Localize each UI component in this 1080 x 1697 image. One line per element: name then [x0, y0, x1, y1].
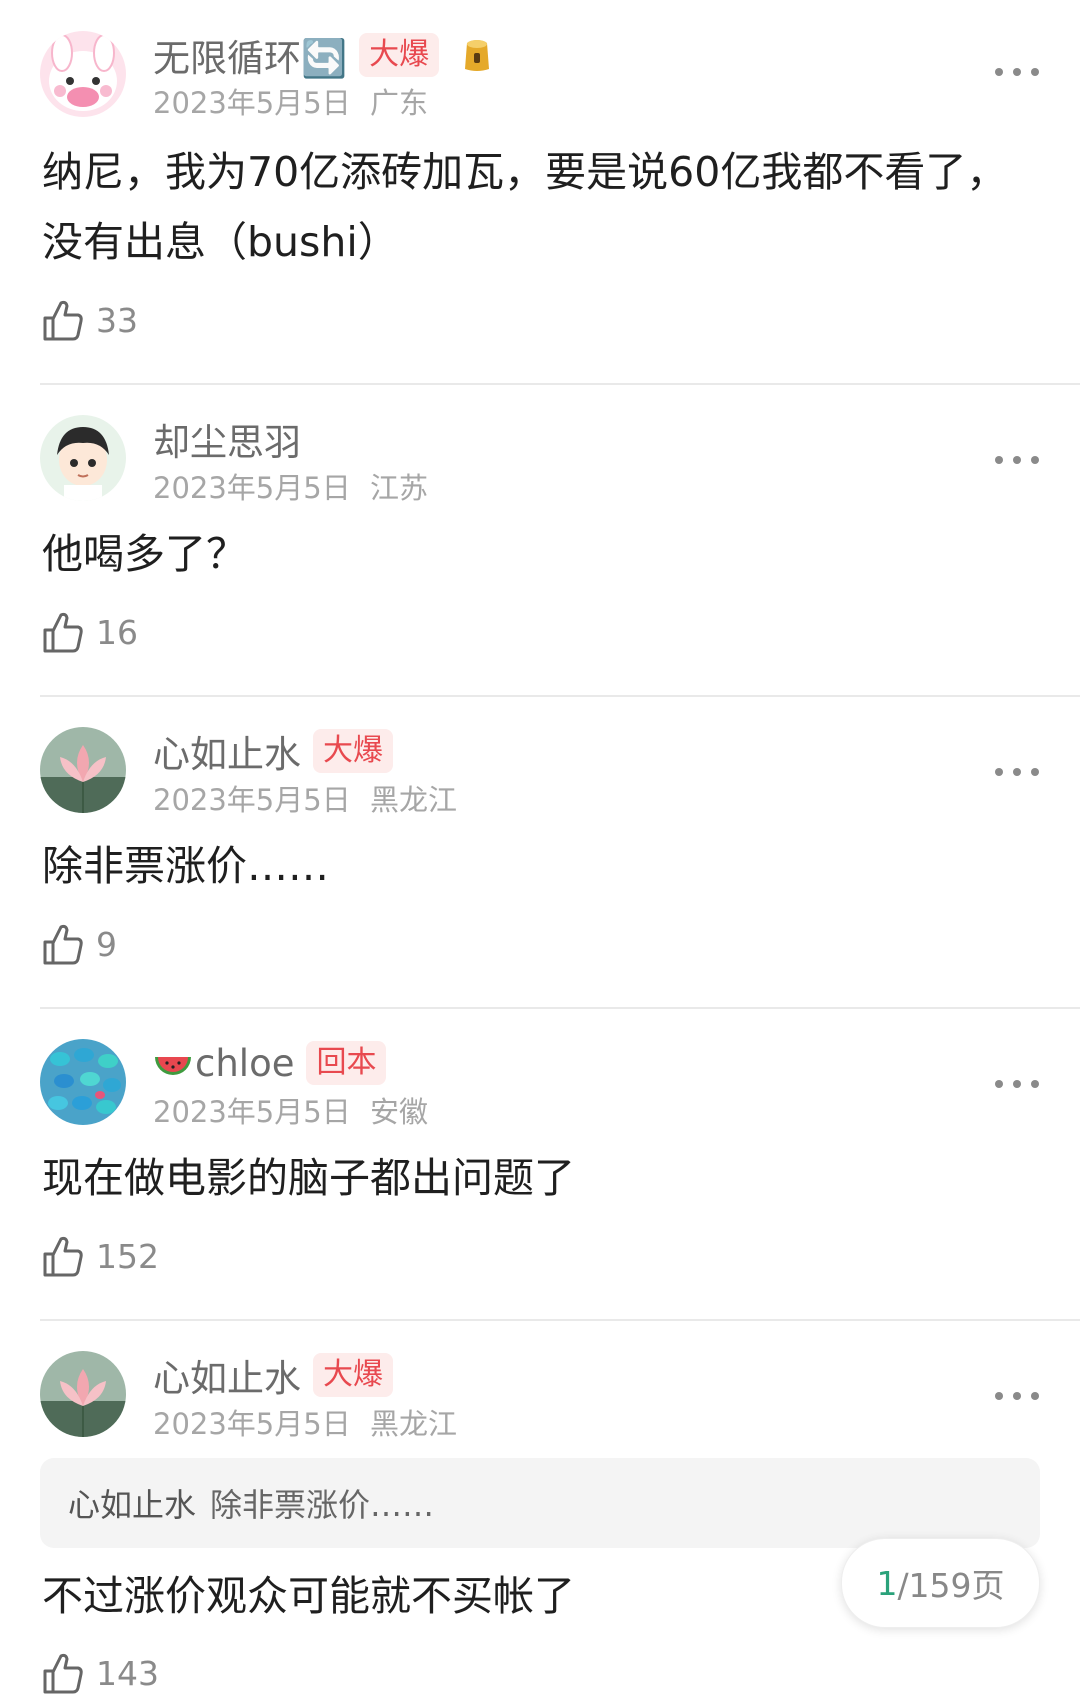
blue-candies-avatar-icon — [40, 1039, 126, 1125]
username[interactable]: 无限循环🔄 — [153, 28, 347, 82]
avatar[interactable] — [40, 1039, 126, 1125]
username[interactable]: 心如止水 — [153, 1348, 301, 1402]
like-count: 9 — [96, 924, 117, 964]
thumbs-up-icon — [43, 612, 83, 653]
more-options-button[interactable] — [995, 764, 1039, 780]
avatar[interactable] — [40, 1351, 126, 1437]
page-total: /159页 — [897, 1566, 1005, 1605]
divider — [40, 1319, 1080, 1321]
username-row: 心如止水 大爆 — [153, 1350, 393, 1400]
like-count: 33 — [96, 300, 138, 340]
comment-region: 安徽 — [369, 1095, 428, 1129]
quoted-text: 除非票涨价…… — [210, 1486, 435, 1524]
lotus-avatar-icon — [40, 1351, 126, 1437]
avatar[interactable] — [40, 31, 126, 117]
username-row: chloe 回本 — [153, 1038, 387, 1088]
cartoon-boy-avatar-icon — [40, 415, 126, 501]
comment-meta: 2023年5月5日 黑龙江 — [153, 1401, 457, 1443]
username[interactable]: 心如止水 — [153, 724, 301, 778]
comment-date: 2023年5月5日 — [153, 86, 351, 120]
more-options-button[interactable] — [995, 1388, 1039, 1404]
lotus-avatar-icon — [40, 727, 126, 813]
pink-bunny-avatar-icon — [40, 31, 126, 117]
comment-region: 广东 — [369, 86, 428, 120]
comment-text: 除非票涨价…… — [42, 842, 329, 890]
more-dot-icon — [995, 768, 1003, 776]
comment-text: 现在做电影的脑子都出问题了 — [42, 1154, 575, 1202]
tree-stump-icon — [465, 40, 490, 71]
page-current: 1 — [876, 1563, 898, 1603]
more-options-button[interactable] — [995, 64, 1039, 80]
username[interactable]: 却尘思羽 — [153, 412, 301, 466]
like-button[interactable]: 9 — [42, 920, 117, 968]
more-dot-icon — [1031, 1080, 1039, 1088]
comment-meta: 2023年5月5日 江苏 — [153, 465, 428, 507]
comment-meta: 2023年5月5日 广东 — [153, 80, 428, 122]
more-dot-icon — [1031, 68, 1039, 76]
comment-date: 2023年5月5日 — [153, 783, 351, 817]
more-dot-icon — [995, 1080, 1003, 1088]
like-count: 152 — [96, 1236, 159, 1276]
more-dot-icon — [995, 68, 1003, 76]
username-row: 无限循环🔄 大爆 — [153, 30, 497, 80]
divider — [40, 383, 1080, 385]
watermelon-icon — [155, 1057, 191, 1075]
thumbs-up-icon — [43, 1236, 83, 1277]
comment-meta: 2023年5月5日 安徽 — [153, 1089, 428, 1131]
more-dot-icon — [1013, 1080, 1021, 1088]
like-button[interactable]: 152 — [42, 1232, 159, 1280]
like-count: 16 — [96, 612, 138, 652]
more-options-button[interactable] — [995, 452, 1039, 468]
like-count: 143 — [96, 1653, 159, 1693]
comment-region: 黑龙江 — [369, 783, 457, 817]
like-button[interactable]: 33 — [42, 296, 138, 344]
status-badge: 大爆 — [313, 1353, 393, 1397]
more-dot-icon — [1013, 68, 1021, 76]
divider — [40, 695, 1080, 697]
status-badge: 大爆 — [359, 33, 440, 77]
username-row: 却尘思羽 — [153, 414, 301, 464]
page-indicator[interactable]: 1/159页 — [841, 1538, 1040, 1628]
comment-date: 2023年5月5日 — [153, 471, 351, 505]
avatar[interactable] — [40, 415, 126, 501]
more-dot-icon — [1031, 768, 1039, 776]
avatar[interactable] — [40, 727, 126, 813]
quoted-username: 心如止水 — [68, 1486, 197, 1524]
more-dot-icon — [1013, 768, 1021, 776]
comment-date: 2023年5月5日 — [153, 1095, 351, 1129]
comment-text: 他喝多了？ — [42, 530, 247, 578]
comment-region: 黑龙江 — [369, 1407, 457, 1441]
comment-text-line: 纳尼，我为70亿添砖加瓦，要是说60亿我都不看了， — [42, 148, 1008, 196]
quoted-reply[interactable]: 心如止水 除非票涨价…… — [40, 1458, 1040, 1548]
divider — [40, 1007, 1080, 1009]
comment-region: 江苏 — [369, 471, 428, 505]
username[interactable]: chloe — [195, 1042, 294, 1085]
more-dot-icon — [995, 1392, 1003, 1400]
more-dot-icon — [1013, 1392, 1021, 1400]
comment-text-line: 没有出息（bushi） — [42, 218, 399, 266]
username-row: 心如止水 大爆 — [153, 726, 393, 776]
thumbs-up-icon — [43, 924, 83, 965]
more-dot-icon — [1013, 456, 1021, 464]
more-dot-icon — [995, 456, 1003, 464]
status-badge: 回本 — [306, 1041, 387, 1085]
status-badge: 大爆 — [313, 729, 393, 773]
more-dot-icon — [1031, 456, 1039, 464]
thumbs-up-icon — [43, 300, 83, 341]
thumbs-up-icon — [43, 1653, 83, 1694]
like-button[interactable]: 143 — [42, 1649, 159, 1697]
like-button[interactable]: 16 — [42, 608, 138, 656]
comment-meta: 2023年5月5日 黑龙江 — [153, 777, 457, 819]
more-dot-icon — [1031, 1392, 1039, 1400]
comment-text: 纳尼，我为70亿添砖加瓦，要是说60亿我都不看了， 没有出息（bushi） — [42, 137, 1022, 277]
more-options-button[interactable] — [995, 1076, 1039, 1092]
comment-date: 2023年5月5日 — [153, 1407, 351, 1441]
